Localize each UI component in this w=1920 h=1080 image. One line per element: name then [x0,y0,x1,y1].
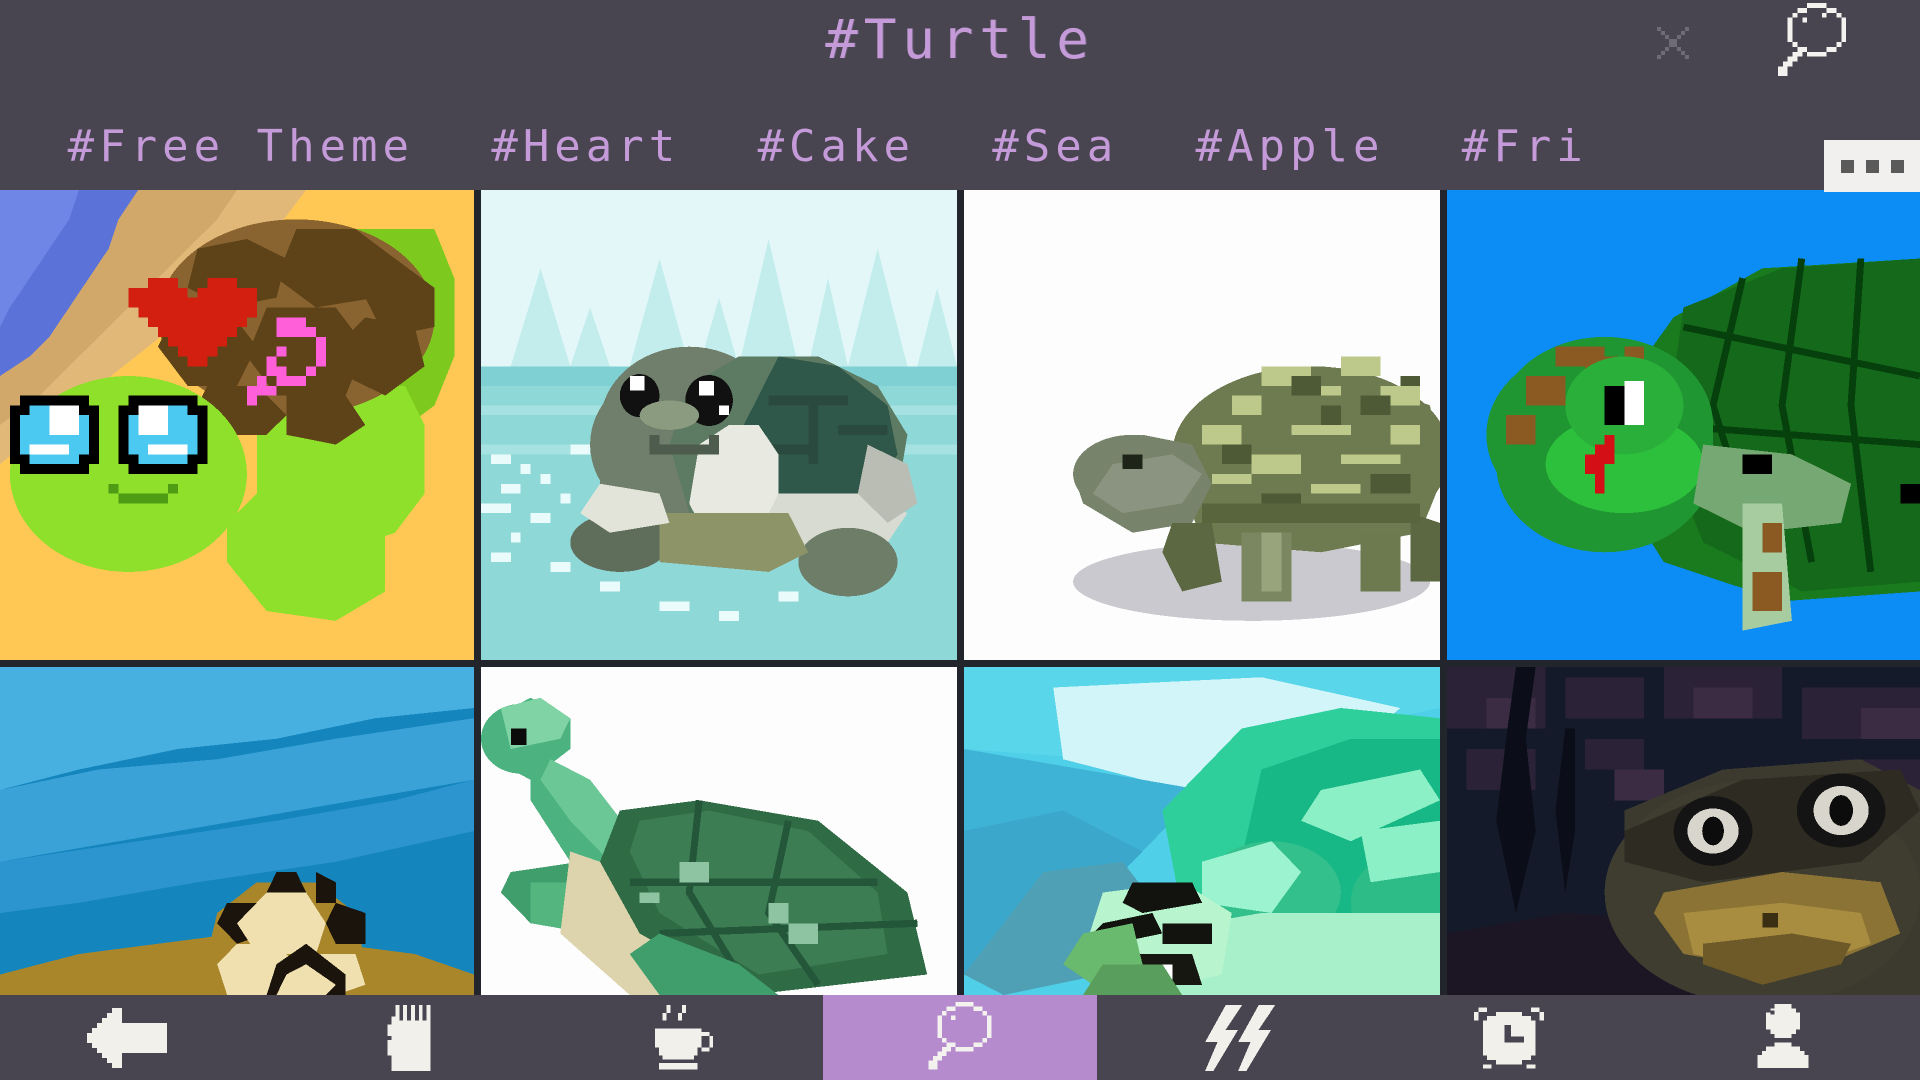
close-icon[interactable] [1653,23,1693,63]
sd-card-icon [387,1004,435,1071]
artwork-turtle-dark-cave[interactable] [1447,667,1920,995]
artwork-cute-turtle-heart[interactable] [0,190,474,660]
artwork-sea-turtle-white[interactable] [481,667,957,995]
bottom-navigation [0,995,1920,1080]
tag-cake[interactable]: #Cake [758,104,915,190]
dot-1-icon [1840,159,1854,173]
nav-profile[interactable] [1646,995,1920,1080]
tag-free-theme[interactable]: #Free Theme [68,104,414,190]
app-root: #Turtle #Free Theme #Heart #Cake #Sea #A… [0,0,1920,1080]
nav-back[interactable] [0,995,274,1080]
artwork-turtle-seascape[interactable] [964,667,1440,995]
artwork-tortoise-sky[interactable] [0,667,474,995]
nav-alarm[interactable] [1371,995,1645,1080]
nav-trend[interactable] [1097,995,1371,1080]
alarm-clock-icon [1473,1003,1545,1073]
page-title: #Turtle [825,8,1095,71]
artwork-swimming-turtle[interactable] [481,190,957,660]
artwork-tortoise-white[interactable] [964,190,1440,660]
dot-2-icon [1865,159,1879,173]
nav-search[interactable] [822,995,1098,1080]
tag-sea[interactable]: #Sea [992,104,1118,190]
person-icon [1747,1003,1819,1072]
tag-heart[interactable]: #Heart [491,104,680,190]
nav-gallery[interactable] [274,995,548,1080]
artwork-turtle-blue[interactable] [1447,190,1920,660]
tag-apple[interactable]: #Apple [1196,104,1385,190]
artwork-grid [0,190,1920,995]
search-icon [923,1001,997,1074]
tag-friend-truncated[interactable]: #Fri [1462,104,1588,190]
search-icon[interactable] [1772,3,1852,81]
more-options-button[interactable] [1824,140,1920,192]
lightning-icon [1188,1004,1280,1071]
nav-cafe[interactable] [549,995,823,1080]
back-arrow-icon [87,1007,187,1068]
coffee-cup-icon [646,1004,726,1071]
tag-list[interactable]: #Free Theme #Heart #Cake #Sea #Apple #Fr… [0,104,1920,190]
dot-3-icon [1890,159,1904,173]
